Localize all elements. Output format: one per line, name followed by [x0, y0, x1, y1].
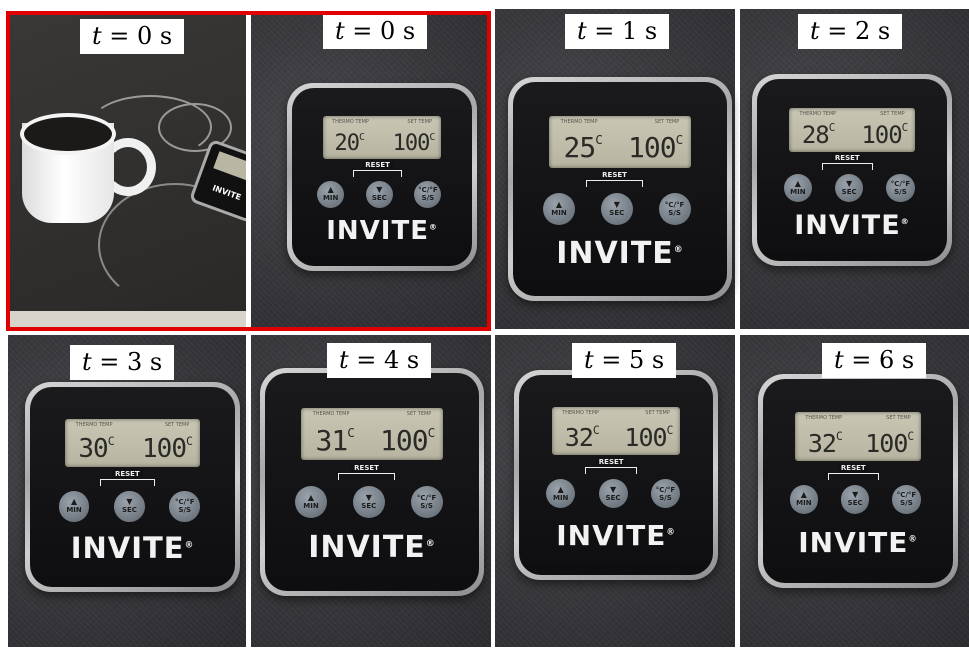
sec-button: ▼ SEC — [598, 479, 628, 509]
sec-button: ▼ SEC — [600, 193, 633, 226]
min-button: ▲ MIN — [542, 193, 576, 226]
probe-cable — [88, 95, 212, 159]
brand-logo: INVITE® — [798, 525, 918, 559]
thermometer: THERMO TEMP SET TEMP 30C 100C RESET ▲ MIN… — [25, 382, 240, 592]
brand-logo: INVITE® — [308, 529, 436, 565]
unit-button: °C/°F S/S — [414, 180, 442, 208]
thermometer: THERMO TEMP SET TEMP 31C 100C RESET ▲ MIN… — [260, 368, 484, 596]
set-temp: 100C — [624, 423, 673, 453]
time-label-4: t = 3 s — [70, 345, 175, 380]
set-temp: 100C — [379, 423, 435, 457]
current-temp: 28C — [801, 121, 835, 150]
min-button: ▲ MIN — [783, 173, 813, 203]
time-label-2: t = 1 s — [565, 14, 670, 49]
set-temp: 100C — [627, 131, 683, 165]
min-button: ▲ MIN — [294, 486, 328, 519]
set-temp: 100C — [861, 121, 908, 150]
set-temp: 100C — [392, 130, 436, 156]
reset-bracket: RESET — [827, 463, 879, 480]
time-label-0: t = 0 s — [80, 19, 185, 54]
lcd-display: THERMO TEMP SET TEMP 31C 100C — [301, 407, 443, 461]
thermometer: THERMO TEMP SET TEMP 20C 100C RESET ▲ MIN… — [287, 83, 477, 271]
time-label-5: t = 4 s — [327, 343, 432, 378]
unit-button: °C/°F S/S — [169, 491, 201, 522]
lcd-display: THERMO TEMP SET TEMP 30C 100C — [64, 419, 201, 467]
current-temp: 32C — [564, 423, 600, 453]
unit-button: °C/°F S/S — [886, 173, 915, 203]
mini-brand: INVITE — [211, 183, 243, 202]
reset-bracket: RESET — [821, 153, 873, 170]
min-button: ▲ MIN — [58, 491, 90, 522]
current-temp: 25C — [563, 131, 603, 165]
unit-button: °C/°F S/S — [658, 193, 691, 226]
reset-bracket: RESET — [353, 160, 402, 177]
time-label-1: t = 0 s — [323, 14, 428, 49]
brand-logo: INVITE® — [794, 210, 910, 242]
time-label-6: t = 5 s — [572, 343, 677, 378]
unit-button: °C/°F S/S — [650, 479, 680, 509]
current-temp: 32C — [807, 428, 843, 458]
time-label-3: t = 2 s — [798, 14, 903, 49]
brand-logo: INVITE® — [556, 236, 684, 272]
brand-logo: INVITE® — [326, 216, 438, 247]
thermometer: THERMO TEMP SET TEMP 25C 100C RESET ▲ MIN… — [508, 77, 732, 301]
min-button: ▲ MIN — [546, 479, 576, 509]
sec-button: ▼ SEC — [114, 491, 145, 522]
counter-edge — [8, 311, 246, 329]
lcd-display: THERMO TEMP SET TEMP 20C 100C — [322, 116, 442, 160]
brand-logo: INVITE® — [70, 531, 195, 565]
min-button: ▲ MIN — [789, 485, 819, 514]
current-temp: 30C — [78, 434, 114, 465]
unit-button: °C/°F S/S — [892, 485, 921, 514]
thermometer: THERMO TEMP SET TEMP 32C 100C RESET ▲ MIN… — [758, 374, 958, 588]
sec-button: ▼ SEC — [365, 180, 393, 208]
lcd-display: THERMO TEMP SET TEMP 28C 100C — [789, 108, 915, 152]
min-button: ▲ MIN — [317, 180, 345, 208]
sec-button: ▼ SEC — [834, 173, 864, 203]
lcd-display: THERMO TEMP SET TEMP 32C 100C — [551, 407, 681, 455]
sec-button: ▼ SEC — [352, 486, 385, 519]
reset-bracket: RESET — [584, 458, 638, 474]
photo-panel-mug: INVITE — [8, 13, 246, 329]
set-temp: 100C — [142, 434, 193, 465]
time-label-7: t = 6 s — [822, 343, 927, 378]
reset-bracket: RESET — [99, 470, 155, 486]
thermometer: THERMO TEMP SET TEMP 28C 100C RESET ▲ MIN… — [752, 74, 952, 266]
unit-button: °C/°F S/S — [410, 486, 443, 519]
lcd-display: THERMO TEMP SET TEMP 25C 100C — [549, 116, 691, 168]
lcd-display: THERMO TEMP SET TEMP 32C 100C — [795, 411, 921, 461]
set-temp: 100C — [865, 428, 914, 458]
mini-lcd — [213, 151, 246, 183]
current-temp: 31C — [315, 423, 355, 457]
reset-bracket: RESET — [585, 171, 644, 188]
current-temp: 20C — [334, 130, 364, 156]
brand-logo: INVITE® — [556, 519, 676, 552]
sec-button: ▼ SEC — [840, 485, 870, 514]
thermometer: THERMO TEMP SET TEMP 32C 100C RESET ▲ MIN… — [514, 370, 718, 580]
reset-bracket: RESET — [337, 464, 396, 481]
